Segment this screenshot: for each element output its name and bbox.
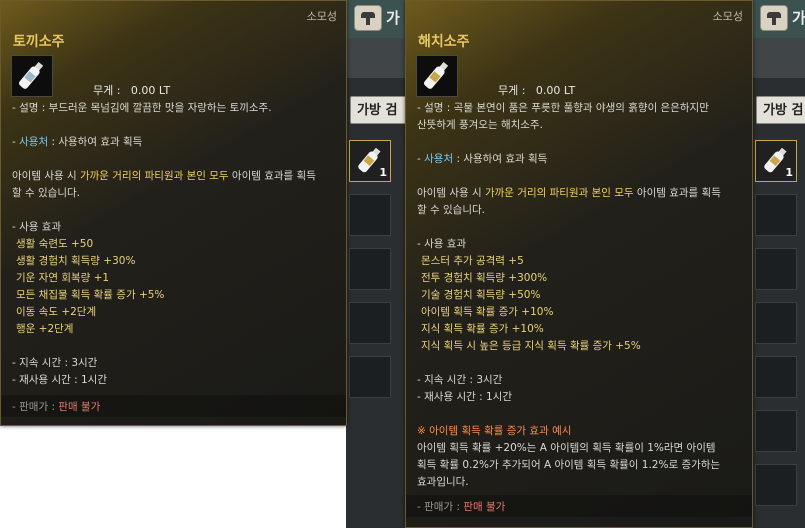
usage-label: 사용처: [424, 153, 454, 165]
inventory-tab-icon[interactable]: [760, 5, 788, 31]
cooldown-line: - 재사용 시간 : 1시간: [417, 391, 512, 403]
item-weight: 무게 : 0.00 LT: [498, 84, 576, 97]
effect-line: 아이템 획득 확률 증가 +10%: [421, 306, 554, 318]
effect-line: 몬스터 추가 공격력 +5: [421, 255, 524, 267]
item-category: 소모성: [306, 10, 337, 23]
sell-price-value: 판매 불가: [463, 501, 506, 513]
background-toolbar: [752, 38, 805, 78]
background-inventory-left: 가 가방 검 1: [346, 0, 405, 528]
inventory-slot-active[interactable]: 1: [755, 140, 797, 182]
duration-line: - 지속 시간 : 3시간: [12, 357, 98, 369]
effect-line: 생활 숙련도 +50: [16, 238, 94, 250]
inventory-slot[interactable]: [755, 356, 797, 398]
description-line: - 설명 : 부드러운 목넘김에 깔끔한 맛을 자랑하는 토끼소주.: [12, 102, 272, 114]
item-name: 토끼소주: [13, 34, 65, 50]
background-top-bar: 가: [752, 0, 805, 39]
item-name: 해치소주: [418, 34, 470, 50]
example-line: 효과입니다.: [417, 476, 469, 488]
effect-line: 행운 +2단계: [16, 323, 74, 335]
item-tooltip-haechi-soju: 소모성 해치소주 무게 : 0.00 LT - 설명 : 곡물 본연이 품은 푸…: [405, 0, 753, 528]
sell-price-value: 판매 불가: [58, 401, 101, 413]
background-toolbar: [346, 38, 405, 78]
sell-price-label: - 판매가 :: [12, 401, 59, 413]
background-inventory-right: 가 가방 검 1: [752, 0, 805, 528]
item-description-block: - 설명 : 부드러운 목넘김에 깔끔한 맛을 자랑하는 토끼소주. - 사용처…: [12, 100, 316, 389]
bottle-icon: [423, 61, 449, 89]
description-line: 산뜻하게 풍겨오는 해치소주.: [417, 119, 543, 131]
inventory-slot[interactable]: [755, 464, 797, 506]
example-line: 획득 확률 0.2%가 추가되어 A 아이템 획득 확률이 1.2%로 증가하는: [417, 459, 721, 471]
effect-line: 전투 경험치 획득량 +300%: [421, 272, 548, 284]
effect-line: 모든 채집물 획득 확률 증가 +5%: [16, 289, 165, 301]
item-category: 소모성: [712, 10, 743, 23]
sell-price-row: - 판매가 : 판매 불가: [406, 495, 752, 517]
inventory-slot[interactable]: [755, 410, 797, 452]
effect-line: 지식 획득 시 높은 등급 지식 획득 확률 증가 +5%: [421, 340, 641, 352]
slot-count: 1: [379, 166, 387, 179]
cooldown-line: - 재사용 시간 : 1시간: [12, 374, 107, 386]
inventory-slot[interactable]: [349, 194, 391, 236]
background-top-bar: 가: [346, 0, 405, 39]
usage-note-line: 아이템 사용 시 가까운 거리의 파티원과 본인 모두 아이템 효과를 획득: [12, 170, 316, 182]
item-tooltip-tokki-soju: 소모성 토끼소주 무게 : 0.00 LT - 설명 : 부드러운 목넘김에 깔…: [0, 0, 347, 426]
effect-line: 이동 속도 +2단계: [16, 306, 97, 318]
inventory-slot[interactable]: [349, 356, 391, 398]
usage-note-line: 할 수 있습니다.: [417, 204, 485, 216]
usage-note-line: 아이템 사용 시 가까운 거리의 파티원과 본인 모두 아이템 효과를 획득: [417, 187, 721, 199]
item-icon-frame: [416, 55, 458, 97]
item-icon-frame: [11, 55, 53, 97]
usage-note-line: 할 수 있습니다.: [12, 187, 80, 199]
effects-header: - 사용 효과: [417, 238, 467, 250]
example-line: 아이템 획득 확률 +20%는 A 아이템의 획득 확률이 1%라면 아이템: [417, 442, 716, 454]
description-line: - 설명 : 곡물 본연이 품은 푸릇한 풀향과 야생의 흙향이 은은하지만: [417, 102, 709, 114]
item-weight: 무게 : 0.00 LT: [93, 84, 171, 97]
sell-price-row: - 판매가 : 판매 불가: [1, 395, 346, 417]
inventory-slot[interactable]: [755, 302, 797, 344]
usage-line: - 사용처 : 사용하여 효과 획득: [417, 153, 548, 165]
usage-label: 사용처: [19, 136, 49, 148]
bag-search-button[interactable]: 가방 검: [350, 96, 405, 124]
effects-header: - 사용 효과: [12, 221, 62, 233]
inventory-slot[interactable]: [349, 248, 391, 290]
effect-line: 기운 자연 회복량 +1: [16, 272, 110, 284]
bottle-icon: [18, 61, 44, 89]
effect-line: 기술 경험치 획득량 +50%: [421, 289, 541, 301]
example-title: ※ 아이템 획득 확률 증가 효과 예시: [417, 425, 572, 437]
duration-line: - 지속 시간 : 3시간: [417, 374, 503, 386]
inventory-tab-icon[interactable]: [354, 5, 382, 31]
effect-line: 생활 경험치 획득량 +30%: [16, 255, 136, 267]
inventory-slot[interactable]: [755, 194, 797, 236]
top-tab-text: 가: [792, 9, 805, 27]
inventory-slot[interactable]: [349, 302, 391, 344]
sell-price-label: - 판매가 :: [417, 501, 464, 513]
bag-search-button[interactable]: 가방 검: [756, 96, 805, 124]
inventory-slot[interactable]: [755, 248, 797, 290]
top-tab-text: 가: [386, 9, 400, 27]
usage-line: - 사용처 : 사용하여 효과 획득: [12, 136, 143, 148]
effect-line: 지식 획득 확률 증가 +10%: [421, 323, 544, 335]
item-description-block: - 설명 : 곡물 본연이 품은 푸릇한 풀향과 야생의 흙향이 은은하지만 산…: [417, 100, 721, 491]
slot-count: 1: [785, 166, 793, 179]
inventory-slot-active[interactable]: 1: [349, 140, 391, 182]
